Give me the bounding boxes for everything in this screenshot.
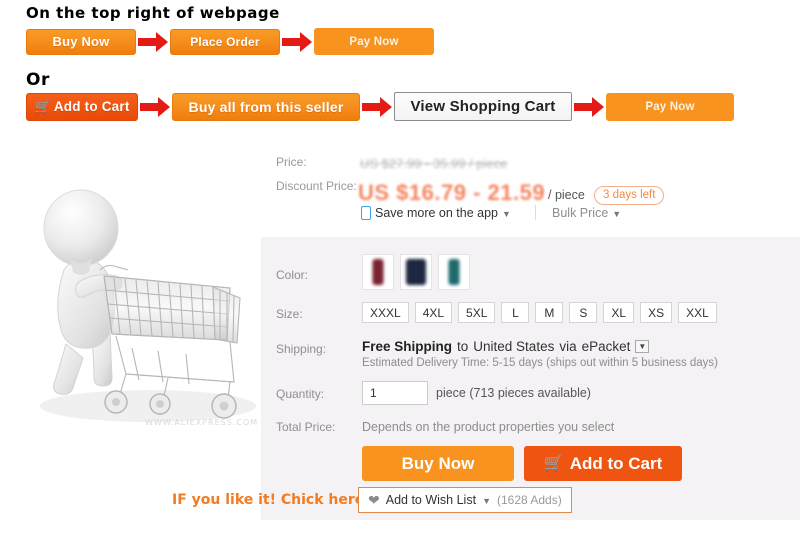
quantity-availability-note: piece (713 pieces available): [436, 386, 591, 400]
tutorial-title-secondary: Or: [26, 70, 50, 90]
save-on-app-link[interactable]: Save more on the app ▼: [361, 206, 511, 220]
size-option-m[interactable]: M: [535, 302, 564, 323]
flow-place-order-button[interactable]: Place Order: [170, 28, 280, 55]
arrow-right-icon: [360, 94, 394, 120]
flow-pay-now-button-2[interactable]: Pay Now: [606, 92, 734, 121]
size-option-xl[interactable]: XL: [603, 302, 635, 323]
arrow-right-icon: [138, 94, 172, 120]
arrow-right-icon: [572, 94, 606, 120]
size-option-l[interactable]: L: [501, 302, 530, 323]
checkout-flow-bottom: 🛒 Add to Cart Buy all from this seller Vi…: [26, 92, 734, 121]
chevron-down-icon: ▼: [612, 208, 622, 219]
flow-buy-all-from-seller-button[interactable]: Buy all from this seller: [172, 92, 360, 121]
bulk-price-link[interactable]: Bulk Price ▼: [552, 206, 621, 220]
size-option-s[interactable]: S: [569, 302, 598, 323]
shipping-destination: United States: [473, 339, 555, 354]
original-price: US $27.99 - 35.99 / piece: [360, 156, 508, 171]
shipping-method-dropdown[interactable]: ▼: [635, 340, 650, 353]
flow-buy-now-button[interactable]: Buy Now: [26, 28, 136, 55]
color-swatch-navy-pair[interactable]: [400, 254, 432, 290]
size-option-xxxl[interactable]: XXXL: [362, 302, 409, 323]
image-watermark: WWW.ALIEXPRESS.COM: [145, 418, 259, 427]
product-image: [8, 148, 266, 440]
buy-now-button[interactable]: Buy Now: [362, 446, 514, 481]
garment-thumb: [448, 259, 460, 285]
wish-list-label: Add to Wish List: [385, 493, 477, 507]
estimated-delivery-time: Estimated Delivery Time: 5-15 days (ship…: [362, 357, 719, 369]
size-option-xxl[interactable]: XXL: [678, 302, 717, 323]
wishlist-hint-annotation: IF you like it! Chick here~: [172, 492, 376, 508]
free-shipping-text: Free Shipping: [362, 339, 453, 354]
shipping-to-text: to: [457, 339, 469, 354]
total-price-value: Depends on the product properties you se…: [362, 420, 615, 434]
total-price-label: Total Price:: [276, 420, 336, 434]
add-to-cart-button[interactable]: 🛒 Add to Cart: [524, 446, 682, 481]
shipping-method: ePacket: [581, 339, 631, 354]
size-option-xs[interactable]: XS: [640, 302, 673, 323]
bulk-price-label: Bulk Price: [552, 206, 609, 220]
shopping-cart-icon: 🛒: [34, 99, 51, 114]
garment-thumb: [372, 259, 384, 285]
garment-thumb: [406, 259, 426, 285]
size-option-4xl[interactable]: 4XL: [414, 302, 453, 323]
vertical-divider: [535, 205, 536, 220]
tutorial-title-primary: On the top right of webpage: [26, 4, 280, 22]
quantity-label: Quantity:: [276, 387, 325, 401]
color-swatch-maroon[interactable]: [362, 254, 394, 290]
discount-price-label: Discount Price:: [276, 179, 357, 193]
add-to-cart-label: Add to Cart: [569, 453, 663, 473]
promo-days-left-badge: 3 days left: [594, 186, 665, 205]
shopping-cart-icon: 🛒: [543, 454, 564, 472]
size-option-5xl[interactable]: 5XL: [458, 302, 496, 323]
color-label: Color:: [276, 268, 309, 282]
checkout-flow-top: Buy Now Place Order Pay Now: [26, 28, 434, 55]
color-swatch-teal[interactable]: [438, 254, 470, 290]
shipping-summary: Free Shipping to United States via ePack…: [362, 339, 650, 354]
flow-add-to-cart-button[interactable]: 🛒 Add to Cart: [26, 92, 138, 121]
color-swatch-group: [362, 254, 470, 290]
chevron-down-icon: ▼: [482, 495, 491, 506]
price-label: Price:: [276, 155, 307, 169]
arrow-right-icon: [280, 29, 314, 55]
shipping-label: Shipping:: [276, 342, 327, 356]
mobile-phone-icon: [361, 206, 371, 220]
chevron-down-icon: ▼: [502, 208, 511, 219]
shipping-via-text: via: [559, 339, 577, 354]
flow-add-to-cart-label: Add to Cart: [53, 99, 130, 114]
flow-view-shopping-cart-button[interactable]: View Shopping Cart: [394, 92, 572, 121]
heart-icon: ❤: [368, 492, 380, 508]
size-option-group: XXXL 4XL 5XL L M S XL XS XXL: [362, 302, 717, 323]
size-label: Size:: [276, 307, 303, 321]
arrow-right-icon: [136, 29, 170, 55]
discount-price-value: US $16.79 - 21.59: [358, 180, 546, 205]
price-unit: / piece: [548, 188, 585, 202]
quantity-input[interactable]: [362, 381, 428, 405]
flow-pay-now-button[interactable]: Pay Now: [314, 28, 434, 55]
wish-list-count: (1628 Adds): [496, 493, 562, 507]
add-to-wish-list-button[interactable]: ❤ Add to Wish List ▼ (1628 Adds): [358, 487, 572, 513]
save-on-app-label: Save more on the app: [375, 206, 498, 220]
